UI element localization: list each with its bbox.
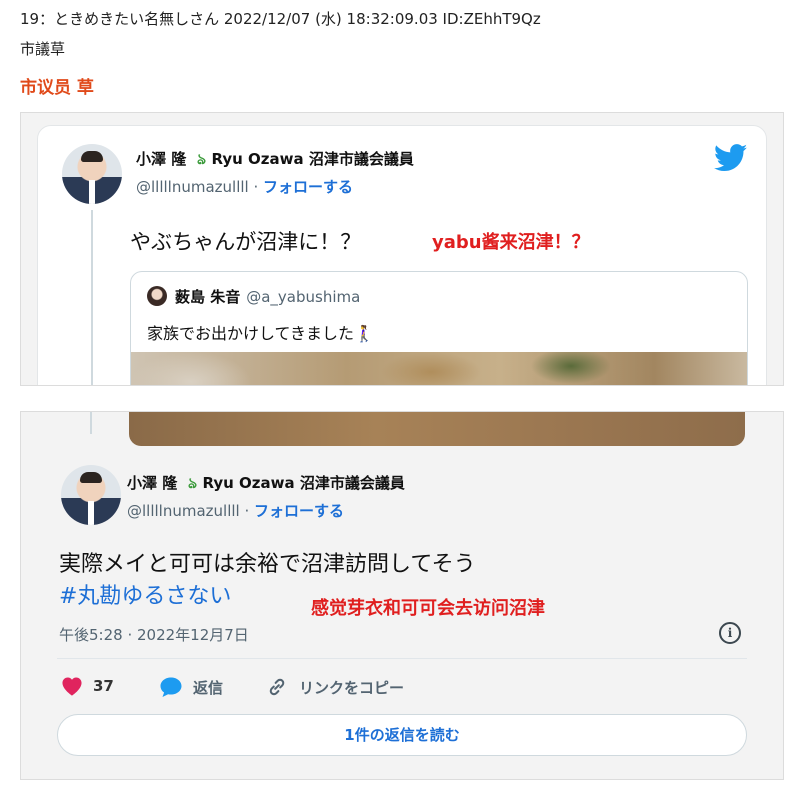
quoted-tweet[interactable]: 薮島 朱音 @a_yabushima 家族でお出かけしてきました🚶‍♀️ <box>130 271 748 385</box>
author-handle-line: @lllllnumazullll · フォローする <box>136 178 354 196</box>
post-header: 19：ときめきたい名無しさん 2022/12/07 (水) 18:32:09.0… <box>20 10 541 28</box>
author-avatar[interactable] <box>62 144 122 204</box>
translation-annotation: 感觉芽衣和可可会去访问沼津 <box>311 598 545 619</box>
quote-avatar <box>147 286 167 306</box>
copy-link-button[interactable]: リンクをコピー <box>265 676 404 698</box>
leaf-icon: ঌ <box>187 474 197 492</box>
author-handle-line: @lllllnumazullll · フォローする <box>127 502 345 520</box>
twitter-bird-icon[interactable] <box>713 144 748 176</box>
reply-label: 返信 <box>193 678 224 697</box>
read-replies-button[interactable]: 1件の返信を読む <box>57 714 747 756</box>
thread-line <box>91 210 93 385</box>
tweet-text: やぶちゃんが沼津に！？ <box>130 230 362 254</box>
like-button[interactable]: 37 <box>61 676 114 696</box>
reply-bubble-icon <box>160 677 182 697</box>
link-icon <box>269 678 285 696</box>
post-body: 市議草 <box>20 40 66 58</box>
post-translation: 市议员 草 <box>20 78 94 98</box>
quote-text: 家族でお出かけしてきました🚶‍♀️ <box>147 324 374 343</box>
divider <box>57 658 747 659</box>
tweet-timestamp[interactable]: 午後5:28 · 2022年12月7日 <box>59 624 249 645</box>
tweet-card: 小澤 隆 ঌ Ryu Ozawa 沼津市議会議員 @lllllnumazullll… <box>37 125 767 385</box>
heart-icon <box>62 677 82 696</box>
follow-link[interactable]: フォローする <box>263 178 353 196</box>
tweet-text: 実際メイと可可は余裕で沼津訪問してそう <box>59 552 476 577</box>
reply-button[interactable]: 返信 <box>159 676 223 698</box>
tweet-screenshot-bottom: 小澤 隆 ঌ Ryu Ozawa 沼津市議会議員 @lllllnumazullll… <box>20 411 784 780</box>
copy-link-label: リンクをコピー <box>299 678 405 697</box>
tweet-screenshot-top: 小澤 隆 ঌ Ryu Ozawa 沼津市議会議員 @lllllnumazullll… <box>20 112 784 386</box>
author-handle[interactable]: @lllllnumazullll <box>127 502 240 520</box>
author-avatar[interactable] <box>61 465 121 525</box>
info-icon[interactable]: i <box>719 622 741 644</box>
author-name[interactable]: 小澤 隆 ঌ Ryu Ozawa 沼津市議会議員 <box>136 148 414 173</box>
hashtag-link[interactable]: #丸勘ゆるさない <box>59 578 231 610</box>
quote-author: 薮島 朱音 @a_yabushima <box>175 288 361 306</box>
author-name[interactable]: 小澤 隆 ঌ Ryu Ozawa 沼津市議会議員 <box>127 472 405 497</box>
quote-photo[interactable] <box>131 352 747 385</box>
quote-photo-continued <box>129 412 745 446</box>
thread-line <box>90 412 92 434</box>
translation-annotation: yabu酱来沼津！？ <box>432 232 590 253</box>
leaf-icon: ঌ <box>196 150 206 168</box>
author-handle[interactable]: @lllllnumazullll <box>136 178 249 196</box>
like-count: 37 <box>93 677 114 695</box>
follow-link[interactable]: フォローする <box>254 502 344 520</box>
